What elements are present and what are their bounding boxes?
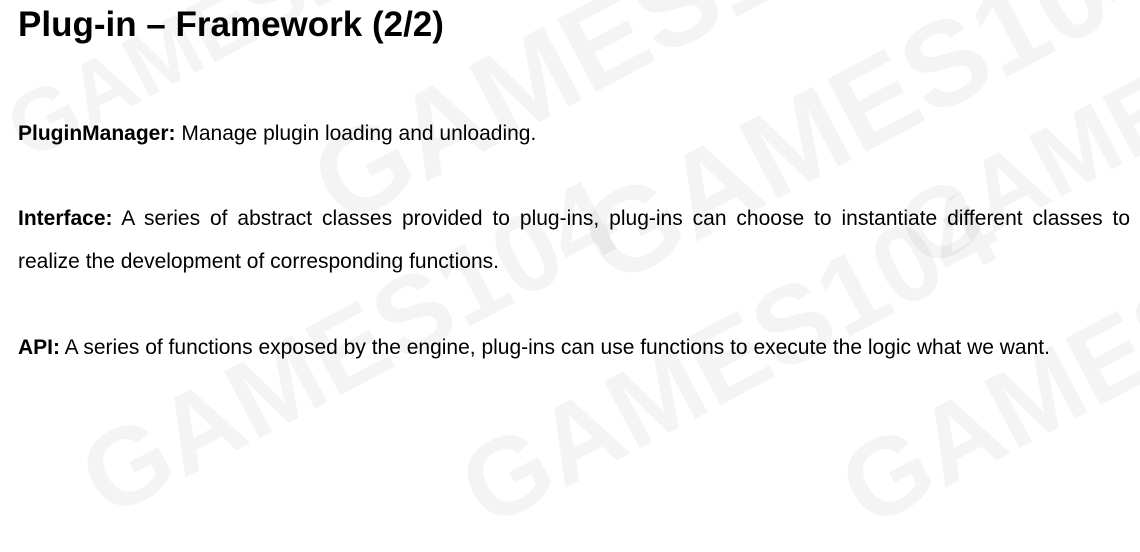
definition-term: Interface: <box>18 207 113 230</box>
definition-text: Manage plugin loading and unloading. <box>175 122 537 145</box>
slide-title: Plug-in – Framework (2/2) <box>18 5 444 44</box>
definition-text: A series of functions exposed by the eng… <box>60 336 1050 359</box>
definition-term: PluginManager: <box>18 122 176 145</box>
definition-text: A series of abstract classes provided to… <box>18 207 1130 273</box>
definition-api: API: A series of functions exposed by th… <box>18 326 1130 369</box>
definition-term: API: <box>18 336 60 359</box>
definition-plugin-manager: PluginManager: Manage plugin loading and… <box>18 112 1130 155</box>
definition-interface: Interface: A series of abstract classes … <box>18 197 1130 283</box>
